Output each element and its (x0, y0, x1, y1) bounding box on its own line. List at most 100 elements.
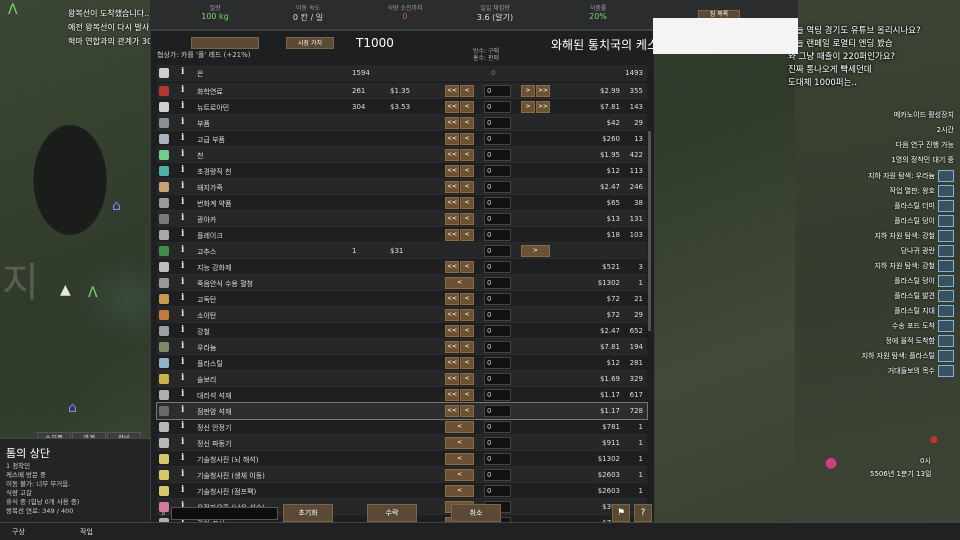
buy-all-button[interactable]: << (445, 309, 459, 321)
trade-row[interactable]: i 기술청사진 (점프팩) <0 $2603 1 (157, 483, 647, 499)
sell-all-button[interactable]: >> (536, 101, 550, 113)
settlement-icon[interactable]: ⌂ (112, 198, 121, 214)
buy-all-button[interactable]: << (445, 197, 459, 209)
info-icon[interactable]: i (181, 101, 184, 111)
info-icon[interactable]: i (181, 421, 184, 431)
trade-row[interactable]: i 강철 << <0 $2.47 652 (157, 323, 647, 339)
info-icon[interactable]: i (181, 485, 184, 495)
buy-one-button[interactable]: < (460, 149, 474, 161)
buy-all-button[interactable]: << (445, 357, 459, 369)
info-icon[interactable]: i (181, 213, 184, 223)
info-icon[interactable]: i (181, 277, 184, 287)
trade-row[interactable]: i 부품 << <0 $42 29 (157, 115, 647, 131)
buy-one-button[interactable]: < (460, 405, 474, 417)
trade-amount-field[interactable]: 0 (484, 421, 511, 433)
buy-one-button[interactable]: < (445, 421, 474, 433)
trade-row[interactable]: i 대리석 석재 << <0 $1.17 617 (157, 387, 647, 403)
alert-item[interactable]: 지하 자원 탐색: 강철 (874, 260, 954, 272)
trade-amount-field[interactable]: 0 (484, 165, 511, 177)
colony-icon[interactable]: ᐱ (8, 2, 18, 18)
trade-row[interactable]: i 기술청사진 (생체 이동) <0 $2603 1 (157, 467, 647, 483)
buy-one-button[interactable]: < (460, 357, 474, 369)
buy-one-button[interactable]: < (460, 373, 474, 385)
alert-item[interactable]: 플라스틸 덩이 (894, 215, 954, 227)
trade-amount-field[interactable]: 0 (484, 325, 511, 337)
info-icon[interactable]: i (181, 181, 184, 191)
trade-row[interactable]: i 고추스 1 $31 0 > (157, 243, 647, 259)
sell-all-button[interactable]: >> (536, 85, 550, 97)
trade-amount-field[interactable]: 0 (484, 469, 511, 481)
buy-one-button[interactable]: < (460, 229, 474, 241)
info-icon[interactable]: i (181, 133, 184, 143)
buy-all-button[interactable]: << (445, 213, 459, 225)
enemy-icon[interactable]: ● (825, 455, 837, 471)
trade-row[interactable]: i 정신 파동기 <0 $911 1 (157, 435, 647, 451)
buy-all-button[interactable]: << (445, 149, 459, 161)
info-icon[interactable]: i (181, 85, 184, 95)
alert-item[interactable]: 플라스틸 더미 (894, 200, 954, 212)
alert-item[interactable]: 지하 자원 탐색: 플라스틸 (862, 350, 954, 362)
tab-architect[interactable]: 구상 (12, 527, 25, 537)
alert-item[interactable]: 메카노이드 활성장치 (894, 110, 954, 120)
caravan-icon[interactable]: ▲ (60, 282, 71, 298)
trade-row[interactable]: i 광아카 << <0 $13 131 (157, 211, 647, 227)
trade-row[interactable]: i 고급 부품 << <0 $260 13 (157, 131, 647, 147)
trade-row[interactable]: i 소이탄 << <0 $72 29 (157, 307, 647, 323)
trade-row[interactable]: i 고독탄 << <0 $72 21 (157, 291, 647, 307)
buy-all-button[interactable]: << (445, 85, 459, 97)
buy-one-button[interactable]: < (445, 469, 474, 481)
trade-amount-field[interactable]: 0 (484, 197, 511, 209)
trade-row[interactable]: i 플레이크 << <0 $18 103 (157, 227, 647, 243)
buy-all-button[interactable]: << (445, 325, 459, 337)
trade-row[interactable]: i 돼지가죽 << <0 $2.47 246 (157, 179, 647, 195)
buy-all-button[interactable]: << (445, 133, 459, 145)
buy-one-button[interactable]: < (460, 213, 474, 225)
buy-all-button[interactable]: << (445, 261, 459, 273)
info-icon[interactable]: i (181, 357, 184, 367)
info-icon[interactable]: i (181, 165, 184, 175)
trade-amount-field[interactable]: 0 (484, 405, 511, 417)
alert-item[interactable]: 플라스틸 덩이 (894, 275, 954, 287)
info-icon[interactable]: i (181, 229, 184, 239)
buy-one-button[interactable]: < (445, 277, 474, 289)
alert-item[interactable]: 플라스틸 지대 (894, 305, 954, 317)
alert-item[interactable]: 지하 자원 탐색: 강철 (874, 230, 954, 242)
buy-one-button[interactable]: < (460, 85, 474, 97)
buy-all-button[interactable]: << (445, 341, 459, 353)
trade-row[interactable]: i 우라늄 << <0 $7.81 194 (157, 339, 647, 355)
tab-work[interactable]: 작업 (80, 527, 93, 537)
trade-row[interactable]: i 술보리 << <0 $1.69 329 (157, 371, 647, 387)
trade-row[interactable]: i 정신 안정기 <0 $781 1 (157, 419, 647, 435)
buy-one-button[interactable]: < (460, 325, 474, 337)
help-icon[interactable]: ? (634, 504, 652, 522)
info-icon[interactable]: i (181, 453, 184, 463)
buy-one-button[interactable]: < (460, 197, 474, 209)
buy-all-button[interactable]: << (445, 165, 459, 177)
alert-item[interactable]: 다음 연구 진행 가능 (896, 140, 954, 150)
trade-amount-field[interactable]: 0 (484, 485, 511, 497)
trade-row[interactable]: i 뉴트로아민 304 $3.53 << <0 > >> $7.81 143 (157, 99, 647, 115)
reset-button[interactable]: 초기화 (283, 504, 333, 522)
trade-amount-field[interactable]: 0 (484, 229, 511, 241)
buy-all-button[interactable]: << (445, 181, 459, 193)
trade-amount-field[interactable]: 0 (484, 389, 511, 401)
info-icon[interactable]: i (181, 325, 184, 335)
cancel-button[interactable]: 취소 (451, 504, 501, 522)
buy-one-button[interactable]: < (460, 293, 474, 305)
alert-item[interactable]: 2시간 (937, 125, 954, 135)
trade-row[interactable]: i 번화계 약품 << <0 $65 38 (157, 195, 647, 211)
settlement-icon[interactable]: ⌂ (68, 400, 77, 416)
buy-one-button[interactable]: < (445, 437, 474, 449)
trade-row[interactable]: i 기술청사진 (뇌 해석) <0 $1302 1 (157, 451, 647, 467)
info-icon[interactable]: i (181, 117, 184, 127)
trade-amount-field[interactable]: 0 (484, 213, 511, 225)
trade-amount-field[interactable]: 0 (484, 453, 511, 465)
buy-one-button[interactable]: < (445, 485, 474, 497)
alert-item[interactable]: 1명의 정착민 대기 중 (891, 155, 954, 165)
info-icon[interactable]: i (181, 309, 184, 319)
buy-all-button[interactable]: << (445, 389, 459, 401)
trade-amount-field[interactable]: 0 (484, 277, 511, 289)
trade-row[interactable]: i 지능 강화제 << <0 $521 3 (157, 259, 647, 275)
alert-item[interactable]: 수송 포드 도착 (892, 320, 954, 332)
left-header-button[interactable] (191, 37, 259, 49)
